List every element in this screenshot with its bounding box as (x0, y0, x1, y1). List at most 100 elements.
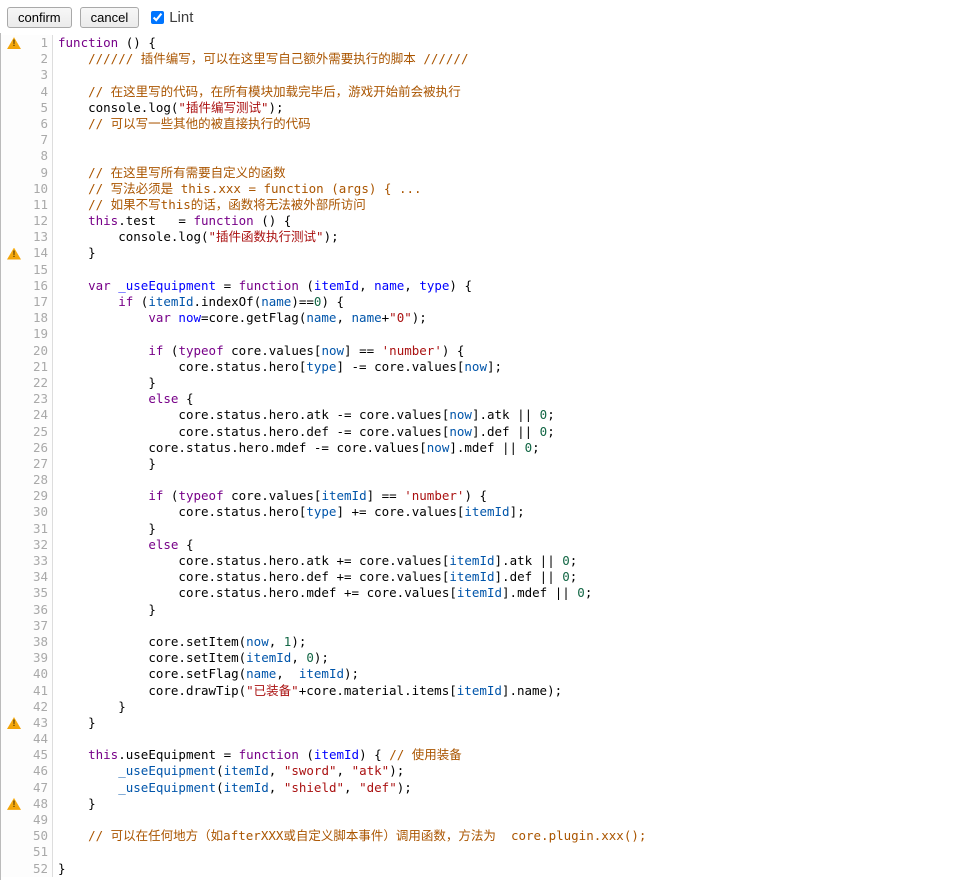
code-line[interactable]: 38 core.setItem(now, 1); (1, 634, 962, 650)
code-line[interactable]: 45 this.useEquipment = function (itemId)… (1, 747, 962, 763)
code-line[interactable]: 46 _useEquipment(itemId, "sword", "atk")… (1, 763, 962, 779)
toolbar: confirm cancel Lint (0, 0, 962, 33)
code-line[interactable]: 18 var now=core.getFlag(name, name+"0"); (1, 310, 962, 326)
code-line[interactable]: 52} (1, 861, 962, 877)
lint-toggle[interactable]: Lint (151, 9, 193, 26)
confirm-button[interactable]: confirm (7, 7, 72, 28)
code-line[interactable]: 33 core.status.hero.atk += core.values[i… (1, 553, 962, 569)
code-line[interactable]: 27 } (1, 456, 962, 472)
line-number: 34 (27, 569, 53, 585)
code-line[interactable]: 4 // 在这里写的代码，在所有模块加载完毕后，游戏开始前会被执行 (1, 84, 962, 100)
lint-warning-icon[interactable]: ! (7, 248, 21, 260)
line-number: 4 (27, 84, 53, 100)
code-line[interactable]: 31 } (1, 521, 962, 537)
code-line[interactable]: 20 if (typeof core.values[now] == 'numbe… (1, 343, 962, 359)
code-line[interactable]: 29 if (typeof core.values[itemId] == 'nu… (1, 488, 962, 504)
gutter-marker-cell (1, 585, 27, 601)
code-line[interactable]: 23 else { (1, 391, 962, 407)
code-line[interactable]: 34 core.status.hero.def += core.values[i… (1, 569, 962, 585)
gutter-marker-cell (1, 699, 27, 715)
code-line[interactable]: 8 (1, 148, 962, 164)
line-number: 26 (27, 440, 53, 456)
code-line[interactable]: 30 core.status.hero[type] += core.values… (1, 504, 962, 520)
code-line[interactable]: 28 (1, 472, 962, 488)
code-line[interactable]: 22 } (1, 375, 962, 391)
code-line[interactable]: 42 } (1, 699, 962, 715)
code-line[interactable]: 2 ////// 插件编写，可以在这里写自己额外需要执行的脚本 ////// (1, 51, 962, 67)
code-line[interactable]: 13 console.log("插件函数执行测试"); (1, 229, 962, 245)
lint-warning-icon[interactable]: ! (7, 717, 21, 729)
code-line[interactable]: 9 // 在这里写所有需要自定义的函数 (1, 165, 962, 181)
code-line[interactable]: 19 (1, 326, 962, 342)
code-line[interactable]: 7 (1, 132, 962, 148)
code-text: } (53, 245, 96, 261)
gutter-marker-cell (1, 310, 27, 326)
gutter-marker-cell (1, 456, 27, 472)
code-line[interactable]: 17 if (itemId.indexOf(name)==0) { (1, 294, 962, 310)
gutter-marker-cell (1, 650, 27, 666)
code-line[interactable]: 10 // 写法必须是 this.xxx = function (args) {… (1, 181, 962, 197)
gutter-marker-cell (1, 553, 27, 569)
code-line[interactable]: 15 (1, 262, 962, 278)
code-text: core.setItem(now, 1); (53, 634, 306, 650)
line-number: 1 (27, 35, 53, 51)
code-line[interactable]: 16 var _useEquipment = function (itemId,… (1, 278, 962, 294)
cancel-button[interactable]: cancel (80, 7, 140, 28)
gutter-marker-cell (1, 213, 27, 229)
code-text: // 可以写一些其他的被直接执行的代码 (53, 116, 311, 132)
code-text: } (53, 715, 96, 731)
gutter-marker-cell (1, 116, 27, 132)
code-line[interactable]: 12 this.test = function () { (1, 213, 962, 229)
code-line[interactable]: 41 core.drawTip("已装备"+core.material.item… (1, 683, 962, 699)
code-text: core.status.hero.mdef -= core.values[now… (53, 440, 540, 456)
lint-warning-icon[interactable]: ! (7, 798, 21, 810)
line-number: 36 (27, 602, 53, 618)
code-line[interactable]: !43 } (1, 715, 962, 731)
code-line[interactable]: 11 // 如果不写this的话，函数将无法被外部所访问 (1, 197, 962, 213)
gutter-marker-cell (1, 343, 27, 359)
code-line[interactable]: 47 _useEquipment(itemId, "shield", "def"… (1, 780, 962, 796)
code-line[interactable]: 24 core.status.hero.atk -= core.values[n… (1, 407, 962, 423)
line-number: 22 (27, 375, 53, 391)
line-number: 9 (27, 165, 53, 181)
code-line[interactable]: 3 (1, 67, 962, 83)
line-number: 18 (27, 310, 53, 326)
code-line[interactable]: 35 core.status.hero.mdef += core.values[… (1, 585, 962, 601)
lint-warning-icon[interactable]: ! (7, 37, 21, 49)
line-number: 8 (27, 148, 53, 164)
gutter-marker-cell (1, 262, 27, 278)
gutter-marker-cell (1, 666, 27, 682)
gutter-marker-cell (1, 84, 27, 100)
code-line[interactable]: !48 } (1, 796, 962, 812)
gutter-marker-cell (1, 165, 27, 181)
code-line[interactable]: 21 core.status.hero[type] -= core.values… (1, 359, 962, 375)
code-editor[interactable]: !1function () {2 ////// 插件编写，可以在这里写自己额外需… (0, 33, 962, 880)
line-number: 46 (27, 763, 53, 779)
line-number: 13 (27, 229, 53, 245)
code-text: } (53, 699, 126, 715)
code-line[interactable]: 44 (1, 731, 962, 747)
code-line[interactable]: 39 core.setItem(itemId, 0); (1, 650, 962, 666)
code-line[interactable]: 51 (1, 844, 962, 860)
code-line[interactable]: !14 } (1, 245, 962, 261)
code-line[interactable]: 37 (1, 618, 962, 634)
code-line[interactable]: 25 core.status.hero.def -= core.values[n… (1, 424, 962, 440)
line-number: 11 (27, 197, 53, 213)
code-line[interactable]: 36 } (1, 602, 962, 618)
gutter-marker-cell (1, 780, 27, 796)
code-text (53, 844, 58, 860)
lint-checkbox[interactable] (151, 11, 164, 24)
gutter-marker-cell (1, 731, 27, 747)
gutter-marker-cell (1, 407, 27, 423)
line-number: 42 (27, 699, 53, 715)
code-line[interactable]: 5 console.log("插件编写测试"); (1, 100, 962, 116)
code-line[interactable]: 50 // 可以在任何地方（如afterXXX或自定义脚本事件）调用函数，方法为… (1, 828, 962, 844)
code-text (53, 132, 58, 148)
code-line[interactable]: 26 core.status.hero.mdef -= core.values[… (1, 440, 962, 456)
code-line[interactable]: 40 core.setFlag(name, itemId); (1, 666, 962, 682)
code-line[interactable]: !1function () { (1, 35, 962, 51)
code-line[interactable]: 49 (1, 812, 962, 828)
code-line[interactable]: 32 else { (1, 537, 962, 553)
code-line[interactable]: 6 // 可以写一些其他的被直接执行的代码 (1, 116, 962, 132)
gutter-marker-cell (1, 747, 27, 763)
